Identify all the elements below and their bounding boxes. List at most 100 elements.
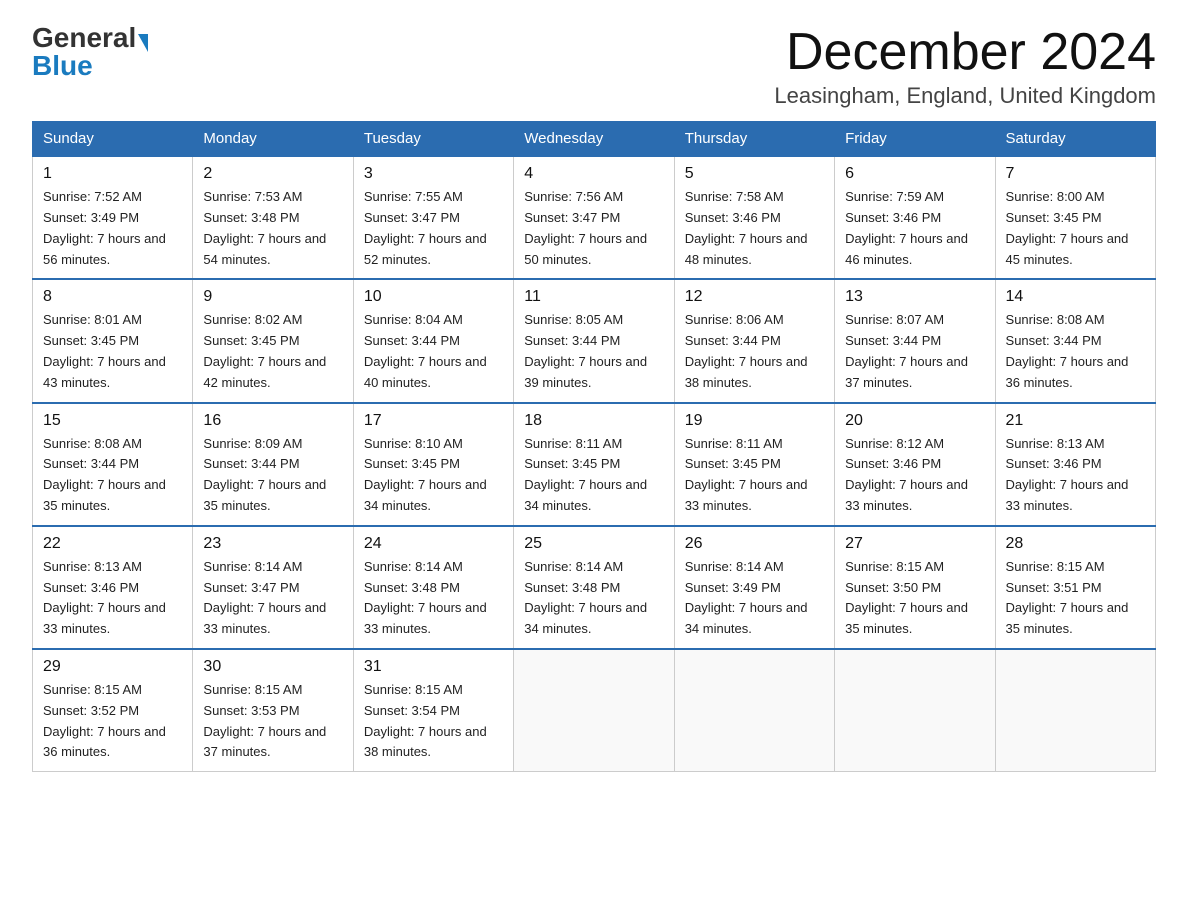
day-info: Sunrise: 8:15 AMSunset: 3:54 PMDaylight:… <box>364 680 503 763</box>
day-info: Sunrise: 8:11 AMSunset: 3:45 PMDaylight:… <box>524 434 663 517</box>
calendar-day-cell: 22 Sunrise: 8:13 AMSunset: 3:46 PMDayligh… <box>33 526 193 649</box>
day-info: Sunrise: 8:14 AMSunset: 3:48 PMDaylight:… <box>364 557 503 640</box>
calendar-day-cell: 30Sunrise: 8:15 AMSunset: 3:53 PMDayligh… <box>193 649 353 772</box>
weekday-header-cell: Thursday <box>674 122 834 157</box>
day-number: 12 <box>685 288 824 306</box>
calendar-day-cell: 6 Sunrise: 7:59 AMSunset: 3:46 PMDaylight… <box>835 156 995 279</box>
day-info: Sunrise: 8:15 AMSunset: 3:51 PMDaylight:… <box>1006 557 1145 640</box>
calendar-day-cell: 21 Sunrise: 8:13 AMSunset: 3:46 PMDayligh… <box>995 403 1155 526</box>
day-info: Sunrise: 8:07 AMSunset: 3:44 PMDaylight:… <box>845 310 984 393</box>
calendar-title: December 2024 <box>774 24 1156 81</box>
day-number: 9 <box>203 288 342 306</box>
day-number: 26 <box>685 535 824 553</box>
calendar-day-cell: 29 Sunrise: 8:15 AMSunset: 3:52 PMDayligh… <box>33 649 193 772</box>
calendar-day-cell: 19 Sunrise: 8:11 AMSunset: 3:45 PMDayligh… <box>674 403 834 526</box>
logo-text-general: General <box>32 24 136 52</box>
calendar-day-cell: 20Sunrise: 8:12 AMSunset: 3:46 PMDayligh… <box>835 403 995 526</box>
weekday-header-cell: Saturday <box>995 122 1155 157</box>
day-info: Sunrise: 8:13 AMSunset: 3:46 PMDaylight:… <box>1006 434 1145 517</box>
weekday-header-cell: Wednesday <box>514 122 674 157</box>
calendar-day-cell: 13 Sunrise: 8:07 AMSunset: 3:44 PMDayligh… <box>835 279 995 402</box>
day-number: 30 <box>203 658 342 676</box>
day-info: Sunrise: 7:58 AMSunset: 3:46 PMDaylight:… <box>685 187 824 270</box>
weekday-header-cell: Monday <box>193 122 353 157</box>
calendar-day-cell: 24 Sunrise: 8:14 AMSunset: 3:48 PMDayligh… <box>353 526 513 649</box>
calendar-day-cell: 16 Sunrise: 8:09 AMSunset: 3:44 PMDayligh… <box>193 403 353 526</box>
day-info: Sunrise: 8:04 AMSunset: 3:44 PMDaylight:… <box>364 310 503 393</box>
day-number: 28 <box>1006 535 1145 553</box>
calendar-table: SundayMondayTuesdayWednesdayThursdayFrid… <box>32 121 1156 772</box>
calendar-week-row: 1 Sunrise: 7:52 AMSunset: 3:49 PMDaylight… <box>33 156 1156 279</box>
title-block: December 2024 Leasingham, England, Unite… <box>774 24 1156 109</box>
day-info: Sunrise: 8:06 AMSunset: 3:44 PMDaylight:… <box>685 310 824 393</box>
day-number: 23 <box>203 535 342 553</box>
calendar-week-row: 29 Sunrise: 8:15 AMSunset: 3:52 PMDayligh… <box>33 649 1156 772</box>
weekday-header-cell: Tuesday <box>353 122 513 157</box>
day-number: 19 <box>685 412 824 430</box>
calendar-day-cell: 11 Sunrise: 8:05 AMSunset: 3:44 PMDayligh… <box>514 279 674 402</box>
calendar-week-row: 22 Sunrise: 8:13 AMSunset: 3:46 PMDayligh… <box>33 526 1156 649</box>
day-info: Sunrise: 8:08 AMSunset: 3:44 PMDaylight:… <box>43 434 182 517</box>
day-info: Sunrise: 8:08 AMSunset: 3:44 PMDaylight:… <box>1006 310 1145 393</box>
day-number: 11 <box>524 288 663 306</box>
day-info: Sunrise: 8:02 AMSunset: 3:45 PMDaylight:… <box>203 310 342 393</box>
day-info: Sunrise: 7:55 AMSunset: 3:47 PMDaylight:… <box>364 187 503 270</box>
logo-arrow-icon <box>138 34 148 52</box>
day-info: Sunrise: 8:15 AMSunset: 3:52 PMDaylight:… <box>43 680 182 763</box>
calendar-day-cell: 2Sunrise: 7:53 AMSunset: 3:48 PMDaylight… <box>193 156 353 279</box>
logo: General Blue <box>32 24 148 80</box>
calendar-day-cell: 5 Sunrise: 7:58 AMSunset: 3:46 PMDaylight… <box>674 156 834 279</box>
calendar-day-cell <box>835 649 995 772</box>
calendar-day-cell: 25 Sunrise: 8:14 AMSunset: 3:48 PMDayligh… <box>514 526 674 649</box>
calendar-day-cell: 9 Sunrise: 8:02 AMSunset: 3:45 PMDaylight… <box>193 279 353 402</box>
day-number: 13 <box>845 288 984 306</box>
day-info: Sunrise: 7:53 AMSunset: 3:48 PMDaylight:… <box>203 187 342 270</box>
day-info: Sunrise: 8:13 AMSunset: 3:46 PMDaylight:… <box>43 557 182 640</box>
day-info: Sunrise: 8:14 AMSunset: 3:49 PMDaylight:… <box>685 557 824 640</box>
day-number: 15 <box>43 412 182 430</box>
day-info: Sunrise: 8:09 AMSunset: 3:44 PMDaylight:… <box>203 434 342 517</box>
day-number: 22 <box>43 535 182 553</box>
calendar-subtitle: Leasingham, England, United Kingdom <box>774 83 1156 109</box>
day-number: 21 <box>1006 412 1145 430</box>
day-number: 29 <box>43 658 182 676</box>
calendar-week-row: 8 Sunrise: 8:01 AMSunset: 3:45 PMDaylight… <box>33 279 1156 402</box>
day-number: 8 <box>43 288 182 306</box>
calendar-day-cell: 27Sunrise: 8:15 AMSunset: 3:50 PMDayligh… <box>835 526 995 649</box>
calendar-header: SundayMondayTuesdayWednesdayThursdayFrid… <box>33 122 1156 157</box>
day-number: 5 <box>685 165 824 183</box>
day-info: Sunrise: 8:12 AMSunset: 3:46 PMDaylight:… <box>845 434 984 517</box>
day-info: Sunrise: 7:52 AMSunset: 3:49 PMDaylight:… <box>43 187 182 270</box>
day-info: Sunrise: 8:11 AMSunset: 3:45 PMDaylight:… <box>685 434 824 517</box>
day-info: Sunrise: 8:14 AMSunset: 3:48 PMDaylight:… <box>524 557 663 640</box>
day-number: 25 <box>524 535 663 553</box>
weekday-header-row: SundayMondayTuesdayWednesdayThursdayFrid… <box>33 122 1156 157</box>
calendar-day-cell <box>995 649 1155 772</box>
day-info: Sunrise: 8:01 AMSunset: 3:45 PMDaylight:… <box>43 310 182 393</box>
day-info: Sunrise: 8:14 AMSunset: 3:47 PMDaylight:… <box>203 557 342 640</box>
day-number: 16 <box>203 412 342 430</box>
calendar-day-cell: 7Sunrise: 8:00 AMSunset: 3:45 PMDaylight… <box>995 156 1155 279</box>
calendar-day-cell <box>674 649 834 772</box>
day-number: 1 <box>43 165 182 183</box>
day-number: 24 <box>364 535 503 553</box>
logo-text-blue: Blue <box>32 50 93 81</box>
calendar-week-row: 15 Sunrise: 8:08 AMSunset: 3:44 PMDayligh… <box>33 403 1156 526</box>
weekday-header-cell: Friday <box>835 122 995 157</box>
day-number: 14 <box>1006 288 1145 306</box>
day-number: 10 <box>364 288 503 306</box>
day-info: Sunrise: 8:00 AMSunset: 3:45 PMDaylight:… <box>1006 187 1145 270</box>
calendar-day-cell: 10 Sunrise: 8:04 AMSunset: 3:44 PMDayligh… <box>353 279 513 402</box>
day-number: 6 <box>845 165 984 183</box>
day-number: 18 <box>524 412 663 430</box>
calendar-day-cell: 14 Sunrise: 8:08 AMSunset: 3:44 PMDayligh… <box>995 279 1155 402</box>
calendar-day-cell: 8 Sunrise: 8:01 AMSunset: 3:45 PMDaylight… <box>33 279 193 402</box>
day-info: Sunrise: 8:05 AMSunset: 3:44 PMDaylight:… <box>524 310 663 393</box>
day-info: Sunrise: 7:59 AMSunset: 3:46 PMDaylight:… <box>845 187 984 270</box>
day-number: 4 <box>524 165 663 183</box>
day-info: Sunrise: 7:56 AMSunset: 3:47 PMDaylight:… <box>524 187 663 270</box>
page-header: General Blue December 2024 Leasingham, E… <box>32 24 1156 109</box>
calendar-day-cell: 23 Sunrise: 8:14 AMSunset: 3:47 PMDayligh… <box>193 526 353 649</box>
day-info: Sunrise: 8:15 AMSunset: 3:50 PMDaylight:… <box>845 557 984 640</box>
calendar-day-cell: 28 Sunrise: 8:15 AMSunset: 3:51 PMDayligh… <box>995 526 1155 649</box>
